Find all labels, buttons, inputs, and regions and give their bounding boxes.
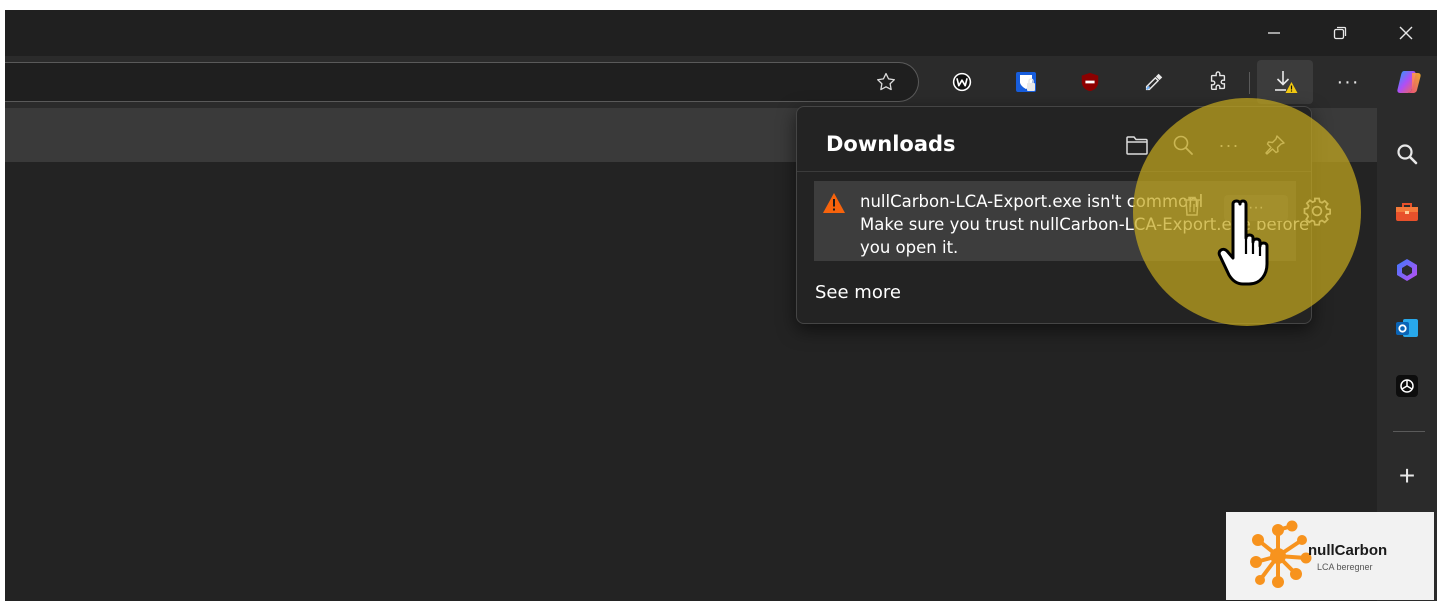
bitwarden-button[interactable] [1009, 65, 1043, 99]
hand-cursor-icon [1217, 199, 1269, 286]
restore-icon [1333, 26, 1347, 40]
see-more-link[interactable]: See more [815, 282, 901, 303]
search-icon [1397, 144, 1418, 165]
toolbar-separator [1249, 72, 1250, 94]
sidebar-separator [1393, 431, 1425, 432]
sidebar-search-button[interactable] [1391, 138, 1423, 170]
search-icon [1173, 135, 1193, 155]
open-downloads-folder-button[interactable] [1123, 131, 1151, 159]
ublock-button[interactable] [1073, 65, 1107, 99]
header-divider [797, 171, 1311, 172]
nullcarbon-logo: nullCarbon LCA beregner [1226, 512, 1434, 600]
sidebar-outlook-button[interactable] [1391, 312, 1423, 344]
extensions-button[interactable] [1201, 65, 1235, 99]
settings-and-more-button[interactable]: ··· [1331, 65, 1365, 99]
gear-icon [1303, 197, 1331, 226]
restore-button[interactable] [1317, 10, 1363, 56]
star-icon [877, 72, 895, 91]
sidebar-add-button[interactable]: + [1391, 460, 1423, 492]
ublock-shield-icon [1081, 72, 1099, 92]
favorite-button[interactable] [869, 65, 903, 99]
logo-name: nullCarbon [1308, 542, 1388, 559]
bitwarden-icon [1016, 72, 1036, 92]
close-icon [1399, 26, 1413, 40]
pin-downloads-button[interactable] [1261, 131, 1289, 159]
pin-icon [1265, 135, 1285, 155]
trash-icon [1184, 196, 1200, 216]
extensions-puzzle-icon [1210, 71, 1226, 91]
eyedropper-button[interactable] [1137, 65, 1171, 99]
copilot-icon [1397, 71, 1421, 93]
minimize-icon [1268, 32, 1280, 34]
warning-icon [823, 193, 845, 213]
download-warning-icon [1275, 71, 1298, 93]
delete-download-button[interactable] [1179, 193, 1205, 219]
eyedropper-icon [1145, 73, 1163, 91]
chatgpt-icon [1396, 375, 1418, 397]
minimize-button[interactable] [1251, 10, 1297, 56]
downloads-button[interactable] [1257, 60, 1313, 104]
close-window-button[interactable] [1383, 10, 1429, 56]
outlook-icon [1396, 319, 1418, 337]
sidebar-chatgpt-button[interactable] [1391, 370, 1423, 402]
address-bar[interactable] [5, 62, 919, 102]
logo-tagline: LCA beregner [1317, 562, 1373, 572]
copilot-icon [1397, 259, 1417, 281]
w-extension-icon [952, 72, 972, 92]
open-folder-icon [1126, 136, 1148, 155]
downloads-title: Downloads [826, 132, 956, 156]
toolbox-icon [1396, 203, 1418, 221]
downloads-more-options-button[interactable]: ··· [1215, 131, 1243, 159]
copilot-button[interactable] [1393, 65, 1427, 99]
sidebar-copilot-button[interactable] [1391, 254, 1423, 286]
title-bar [5, 10, 1437, 56]
search-downloads-button[interactable] [1169, 131, 1197, 159]
browser-toolbar: ··· [5, 56, 1437, 108]
sidebar-tools-button[interactable] [1391, 196, 1423, 228]
w-extension-button[interactable] [945, 65, 979, 99]
